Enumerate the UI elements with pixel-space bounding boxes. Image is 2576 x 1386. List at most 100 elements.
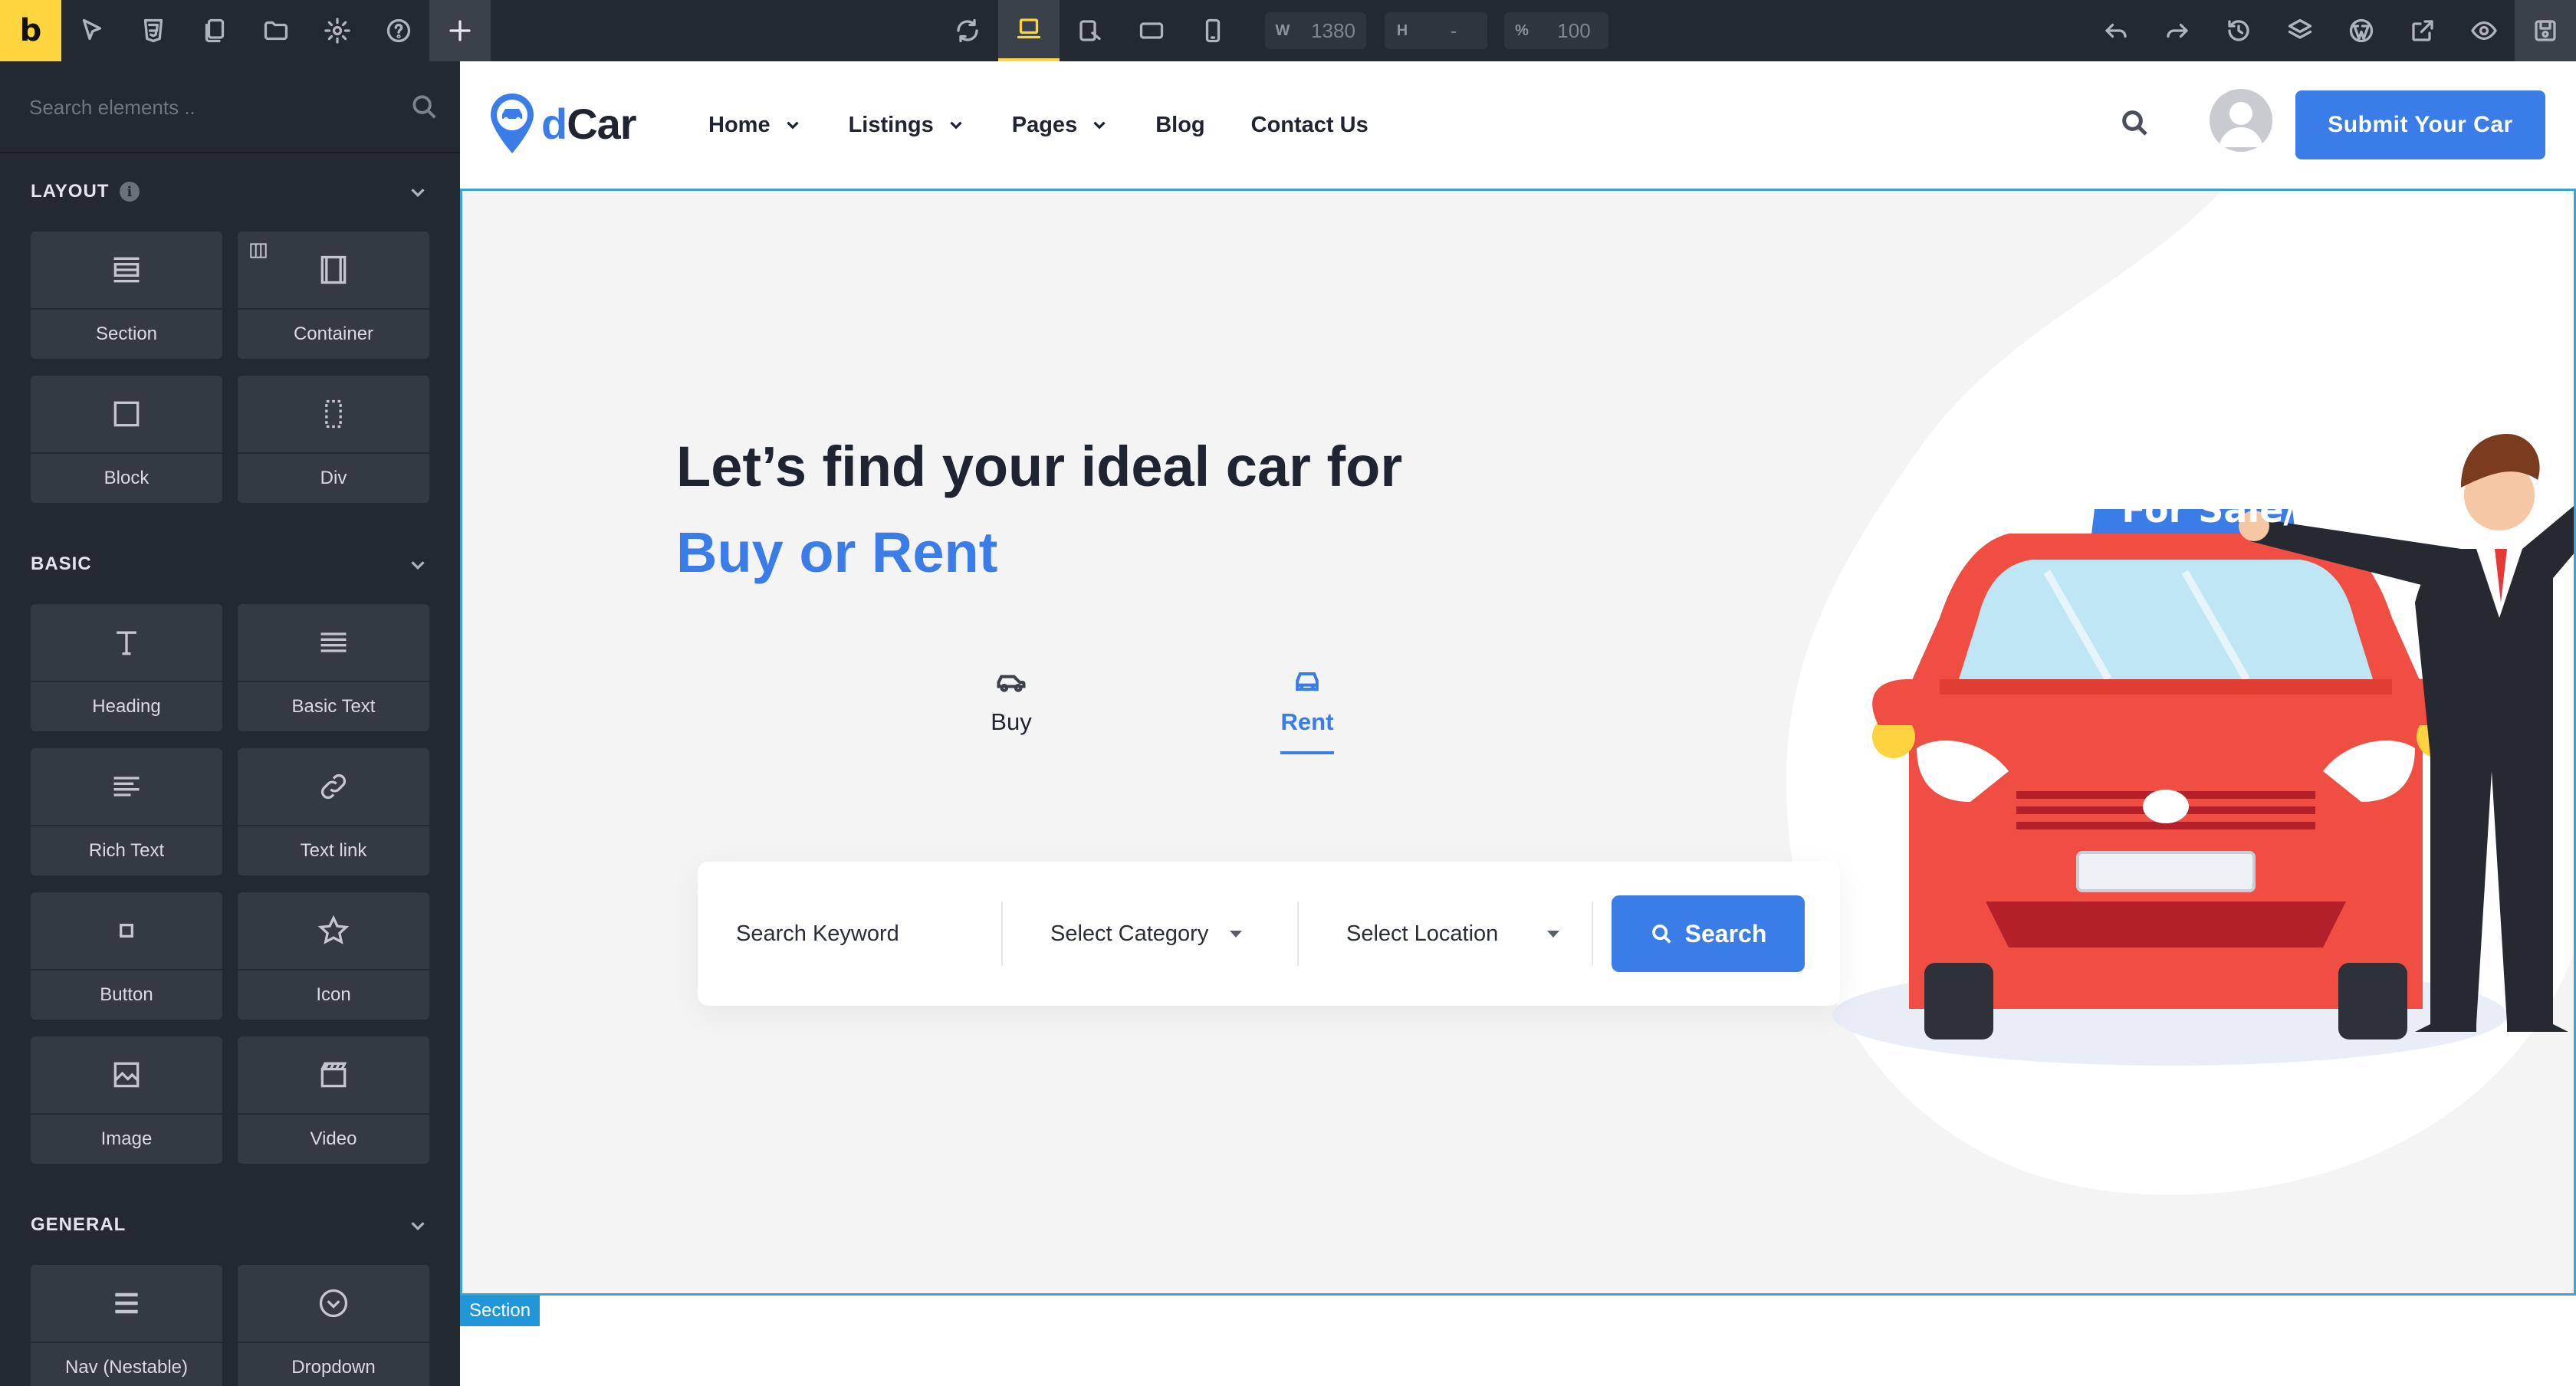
preview-eye-icon[interactable] [2453,0,2515,61]
nav-blog[interactable]: Blog [1155,113,1204,138]
text-lines-icon [238,604,429,681]
tablet-landscape-icon[interactable] [1060,0,1121,61]
section-label-badge[interactable]: Section [460,1296,540,1326]
keyword-field [736,862,989,1006]
nav-listings[interactable]: Listings [849,113,966,138]
element-label: Button [100,984,153,1005]
category-basic-label: BASIC [31,553,92,574]
nav-contact-us[interactable]: Contact Us [1251,113,1368,138]
category-general[interactable]: GENERAL [0,1202,460,1248]
header-search-icon[interactable] [2119,107,2153,141]
chevron-down-icon [950,121,962,130]
chevron-down-icon[interactable] [406,553,429,576]
search-keyword-input[interactable] [736,921,989,947]
element-text-link[interactable]: Text link [238,748,429,875]
height-field[interactable]: H - [1385,12,1487,49]
pages-icon[interactable] [184,0,245,61]
div-icon [238,376,429,452]
location-select[interactable]: Select Location [1346,862,1560,1006]
undo-icon[interactable] [2085,0,2147,61]
mobile-icon[interactable] [1182,0,1244,61]
location-select-value: Select Location [1346,921,1499,946]
laptop-breakpoint-icon[interactable] [998,0,1060,61]
block-icon [31,376,222,452]
category-select-value: Select Category [1050,921,1209,946]
folder-icon[interactable] [245,0,307,61]
site-logo[interactable]: dCar [488,92,637,155]
caret-down-icon [1230,930,1243,938]
element-basic-text[interactable]: Basic Text [238,604,429,731]
star-icon [238,892,429,969]
active-tab-indicator [1280,751,1334,754]
tab-buy[interactable]: Buy [977,665,1046,736]
redo-icon[interactable] [2147,0,2208,61]
dropdown-circle-icon [238,1265,429,1342]
element-label: Basic Text [291,696,376,717]
zoom-field[interactable]: % 100 [1504,12,1608,49]
menu-icon [31,1265,222,1342]
element-div[interactable]: Div [238,376,429,503]
layers-icon[interactable] [2269,0,2331,61]
for-sale-sign-text: For Sale/Rent [2121,489,2390,530]
link-icon [238,748,429,825]
category-basic[interactable]: BASIC [0,541,460,587]
element-label: Section [95,324,158,344]
hero-heading: Let’s find your ideal car for [676,435,1403,498]
submit-your-car-button[interactable]: Submit Your Car [2295,90,2545,159]
elements-search-input[interactable] [29,89,397,126]
width-label: W [1275,21,1290,39]
car-pin-icon [491,94,534,153]
width-value: 1380 [1311,18,1355,42]
element-video[interactable]: Video [238,1036,429,1164]
hero-section: Let’s find your ideal car for Buy or Ren… [460,189,2576,1296]
search-button[interactable]: Search [1612,895,1805,972]
info-icon[interactable]: i [120,182,140,202]
css3-icon[interactable] [123,0,184,61]
settings-gear-icon[interactable] [307,0,368,61]
element-rich-text[interactable]: Rich Text [31,748,222,875]
nav-home[interactable]: Home [708,113,803,138]
history-icon[interactable] [2208,0,2269,61]
wordpress-icon[interactable] [2331,0,2392,61]
element-container[interactable]: Container [238,232,429,359]
user-avatar[interactable] [2210,89,2272,152]
chevron-down-icon[interactable] [406,181,429,204]
width-field[interactable]: W 1380 [1265,12,1366,49]
height-label: H [1396,21,1408,39]
builder-toolbar: b W 1380 H - % 100 [0,0,2576,61]
chevron-down-icon [1093,121,1106,130]
save-icon[interactable] [2515,0,2576,61]
refresh-icon[interactable] [937,0,998,61]
nav-pages[interactable]: Pages [1012,113,1109,138]
element-icon[interactable]: Icon [238,892,429,1020]
search-form: Select Category Select Location Search [698,862,1840,1006]
element-heading[interactable]: Heading [31,604,222,731]
element-nav-nestable[interactable]: Nav (Nestable) [31,1265,222,1386]
chevron-down-icon[interactable] [406,1214,429,1237]
element-label: Div [320,468,347,488]
category-layout[interactable]: LAYOUT i [0,169,460,215]
select-pointer-icon[interactable] [61,0,123,61]
add-element-plus-icon[interactable] [429,0,491,61]
tablet-icon[interactable] [1121,0,1182,61]
help-icon[interactable] [368,0,429,61]
element-button[interactable]: Button [31,892,222,1020]
element-label: Container [293,324,374,344]
element-label: Image [100,1128,153,1149]
brand-name: dCar [541,99,637,148]
element-label: Video [310,1128,357,1149]
field-divider [1592,902,1593,966]
element-dropdown[interactable]: Dropdown [238,1265,429,1386]
element-label: Dropdown [291,1357,376,1378]
element-block[interactable]: Block [31,376,222,503]
element-image[interactable]: Image [31,1036,222,1164]
field-divider [1297,902,1299,966]
search-icon[interactable] [409,92,439,121]
category-select[interactable]: Select Category [1050,862,1243,1006]
builder-logo[interactable]: b [0,0,61,61]
element-section[interactable]: Section [31,232,222,359]
car-front-icon [1290,665,1324,699]
tab-rent[interactable]: Rent [1273,665,1342,754]
external-link-icon[interactable] [2392,0,2453,61]
element-label: Block [104,468,150,488]
